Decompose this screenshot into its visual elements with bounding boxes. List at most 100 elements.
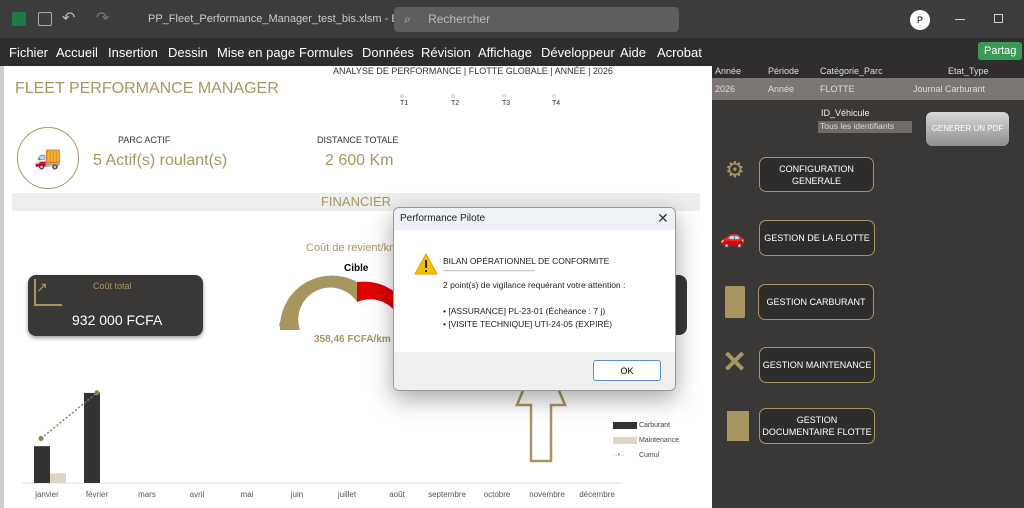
undo-icon[interactable]: ↶ [62,8,75,28]
tab-accueil[interactable]: Accueil [56,45,98,60]
header-categorie: Catégorie_Parc [820,66,883,76]
search-input[interactable]: ⌕ Rechercher [394,7,679,32]
x-tick-label: septembre [428,490,466,499]
filter-periode[interactable]: Année [768,84,794,94]
restore-icon[interactable] [994,14,1003,23]
tab-formules[interactable]: Formules [299,45,353,60]
tab-fichier[interactable]: Fichier [9,45,48,60]
parc-value: 5 Actif(s) roulant(s) [93,152,228,169]
cost-card: ↗ Coût total 932 000 FCFA [28,275,203,336]
nav-configuration-generale[interactable]: CONFIGURATION GENERALE [759,157,874,192]
nav-gestion-maintenance[interactable]: GESTION MAINTENANCE [759,347,875,383]
redo-icon[interactable]: ↷ [96,8,109,28]
search-icon: ⌕ [404,12,415,26]
legend-maintenance: Maintenance [613,433,679,448]
x-tick-label: février [86,490,109,499]
vehicle-label: ID_Véhicule [821,108,870,118]
x-tick-label: novembre [529,490,565,499]
ok-button[interactable]: OK [593,360,661,381]
title-bar: ↶ ↷ PP_Fleet_Performance_Manager_test_bi… [0,0,1024,38]
header-annee: Année [715,66,742,76]
radio-t4[interactable]: ○ T4 [552,93,560,107]
dialog-separator: ----------------------------------------… [443,266,536,275]
tab-insertion[interactable]: Insertion [108,45,158,60]
warning-icon [414,253,438,275]
fleet-icon: 🚗 [720,227,745,249]
dialog-item: • [ASSURANCE] PL-23-01 (Échéance : 7 j) [443,306,606,316]
dialog-message: 2 point(s) de vigilance requérant votre … [443,280,626,290]
x-tick-label: avril [190,490,205,499]
gauge-title: Coût de revient/km [306,242,399,254]
excel-icon [12,12,26,26]
parc-label: PARC ACTIF [118,135,171,145]
gauge-fill [279,275,357,330]
ribbon-tabs: Fichier Accueil Insertion Dessin Mise en… [0,38,1024,66]
tools-icon: ✕ [722,346,748,379]
gauge-min: 0 [279,320,285,330]
nav-gestion-carburant[interactable]: GESTION CARBURANT [758,284,874,320]
dialog-item: • [VISITE TECHNIQUE] UTI-24-05 (EXPIRÉ) [443,319,613,329]
tab-revision[interactable]: Révision [421,45,471,60]
monthly-cost-chart: janvier février mars avril mai juin juillet aoû… [22,390,622,499]
cost-value: 932 000 FCFA [72,312,163,328]
radio-t1[interactable]: ○ T1 [400,93,408,107]
point-cumul [94,390,100,396]
legend-cumul: ··•·· Cumul [613,452,660,459]
radio-t3[interactable]: ○ T3 [502,93,510,107]
tab-dessin[interactable]: Dessin [168,45,208,60]
trend-chart-icon: ↗ [34,279,62,306]
distance-label: DISTANCE TOTALE [317,135,399,145]
bar-carburant [84,392,100,483]
cost-label: Coût total [93,281,132,291]
minimize-icon[interactable] [955,19,965,20]
radio-t2[interactable]: ○ T2 [451,93,459,107]
document-icon [727,411,749,441]
fuel-pump-icon [725,286,745,318]
nav-gestion-flotte[interactable]: GESTION DE LA FLOTTE [759,220,875,256]
file-name: PP_Fleet_Performance_Manager_test_bis.xl… [148,13,408,25]
share-button[interactable]: Partag [978,42,1023,60]
gears-icon: ⚙ [725,157,745,182]
tab-acrobat[interactable]: Acrobat [657,45,702,60]
bar-carburant [34,446,50,483]
generate-pdf-button[interactable]: GENERER UN PDF [926,112,1009,146]
chart-legend: Carburant Maintenance ··•·· Cumul [613,418,679,463]
close-icon[interactable]: ✕ [657,210,669,227]
dialog-heading: BILAN OPÉRATIONNEL DE CONFORMITE [443,256,610,266]
dashboard-subtitle: ANALYSE DE PERFORMANCE | FLOTTE GLOBALE … [333,66,613,76]
filter-categorie[interactable]: FLOTTE [820,84,855,94]
header-etat-type: Etat_Type [948,66,989,76]
x-tick-label: octobre [484,490,511,499]
vehicle-select[interactable]: Tous les identifiants [818,121,912,133]
tab-affichage[interactable]: Affichage [478,45,532,60]
search-placeholder: Rechercher [428,12,491,26]
x-tick-label: mai [241,490,254,499]
x-tick-label: juillet [337,490,357,499]
tab-mise-en-page[interactable]: Mise en page [217,45,295,60]
x-tick-label: août [389,490,405,499]
header-periode: Période [768,66,800,76]
x-tick-label: janvier [34,490,59,499]
legend-carburant: Carburant [613,418,679,433]
dialog-title: Performance Pilote [400,213,486,224]
nav-gestion-documentaire[interactable]: GESTION DOCUMENTAIRE FLOTTE [759,408,875,444]
save-icon[interactable] [38,12,52,26]
x-tick-label: juin [290,490,303,499]
filter-values: 2026 Année FLOTTE Journal Carburant [712,78,1024,100]
truck-icon: 🚚 [17,127,79,189]
point-cumul [38,435,44,441]
page-title: FLEET PERFORMANCE MANAGER [15,80,279,97]
x-tick-label: mars [138,490,156,499]
tab-aide[interactable]: Aide [620,45,646,60]
gauge-value: 358,46 FCFA/km [314,334,391,345]
alert-dialog: Performance Pilote ✕ BILAN OPÉRATIONNEL … [393,207,676,391]
distance-value: 2 600 Km [325,152,394,169]
filter-etat-type[interactable]: Journal Carburant [913,84,985,94]
cost-gauge [279,275,410,330]
tab-donnees[interactable]: Données [362,45,414,60]
bar-maintenance [50,473,66,483]
filter-headers: Année Période Catégorie_Parc Etat_Type [712,66,1024,78]
avatar[interactable]: P [910,10,930,30]
filter-annee[interactable]: 2026 [715,84,735,94]
tab-developpeur[interactable]: Développeur [541,45,615,60]
